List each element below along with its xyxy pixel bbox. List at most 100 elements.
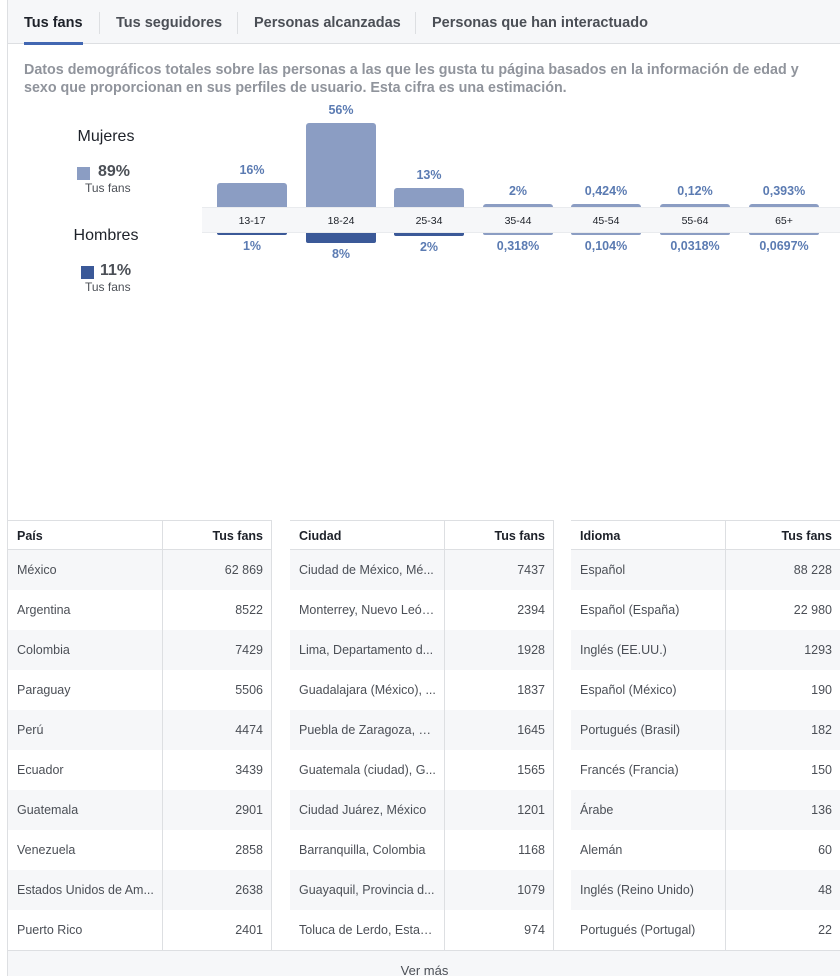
city-name: Ciudad de México, Mé... — [299, 563, 434, 577]
tab-tus-seguidores[interactable]: Tus seguidores — [116, 0, 222, 44]
fans-count: 5506 — [235, 683, 263, 697]
bar-men-18-24[interactable] — [306, 233, 376, 243]
table-row[interactable]: Lima, Departamento d... 1928 — [290, 630, 554, 670]
table-row[interactable]: Ecuador 3439 — [8, 750, 272, 790]
label-men-25-34: 2% — [419, 239, 439, 254]
bar-women-55-64[interactable] — [660, 204, 730, 207]
fans-column-header[interactable]: Tus fans — [213, 521, 263, 551]
country-column-header[interactable]: País — [17, 521, 43, 551]
ver-mas-button[interactable]: Ver más — [8, 950, 840, 976]
table-row[interactable]: Barranquilla, Colombia 1168 — [290, 830, 554, 870]
label-men-18-24: 8% — [331, 247, 351, 261]
language-name: Francés (Francia) — [580, 763, 679, 777]
fans-count: 88 228 — [793, 563, 832, 577]
table-row[interactable]: Guayaquil, Provincia d... 1079 — [290, 870, 554, 910]
bar-women-25-34[interactable] — [394, 187, 464, 207]
table-row[interactable]: Portugués (Brasil) 182 — [571, 710, 840, 750]
tab-tus-fans[interactable]: Tus fans — [24, 0, 83, 45]
city-name: Ciudad Juárez, México — [299, 803, 427, 817]
bar-women-65+[interactable] — [749, 204, 819, 207]
city-name: Barranquilla, Colombia — [299, 843, 426, 857]
age-label-55-64: 55-64 — [681, 215, 709, 227]
table-row[interactable]: Inglés (Reino Unido) 48 — [571, 870, 840, 910]
table-row[interactable]: Portugués (Portugal) 22 — [571, 910, 840, 950]
city-name: Monterrey, Nuevo León... — [299, 603, 437, 617]
table-row[interactable]: Español 88 228 — [571, 550, 840, 590]
table-row[interactable]: Ciudad de México, Mé... 7437 — [290, 550, 554, 590]
fans-column-header[interactable]: Tus fans — [495, 521, 545, 551]
fans-count: 2401 — [235, 923, 263, 937]
fans-count: 1293 — [804, 643, 832, 657]
bar-men-35-44[interactable] — [483, 233, 553, 235]
table-row[interactable]: Monterrey, Nuevo León... 2394 — [290, 590, 554, 630]
table-row[interactable]: Árabe 136 — [571, 790, 840, 830]
country-name: Paraguay — [17, 683, 71, 697]
label-women-45-54: 0,424% — [584, 184, 628, 198]
language-name: Inglés (Reino Unido) — [580, 883, 694, 897]
language-column-header[interactable]: Idioma — [580, 521, 620, 551]
bar-men-45-54[interactable] — [571, 233, 641, 235]
table-header: Idioma Tus fans — [571, 520, 840, 550]
city-column-header[interactable]: Ciudad — [299, 521, 341, 551]
tab-personas-interactuado[interactable]: Personas que han interactuado — [432, 0, 648, 44]
table-row[interactable]: Inglés (EE.UU.) 1293 — [571, 630, 840, 670]
bar-men-13-17[interactable] — [217, 233, 287, 235]
table-row[interactable]: Guatemala (ciudad), G... 1565 — [290, 750, 554, 790]
city-name: Lima, Departamento d... — [299, 643, 434, 657]
fans-count: 60 — [818, 843, 832, 857]
table-header: Ciudad Tus fans — [290, 520, 554, 550]
fans-column-header[interactable]: Tus fans — [782, 521, 832, 551]
age-label-65+: 65+ — [775, 215, 793, 227]
table-row[interactable]: Puerto Rico 2401 — [8, 910, 272, 950]
table-row[interactable]: Guatemala 2901 — [8, 790, 272, 830]
country-name: Perú — [17, 723, 44, 737]
table-row[interactable]: Guadalajara (México), ... 1837 — [290, 670, 554, 710]
fans-count: 1168 — [518, 843, 545, 857]
table-row[interactable]: Toluca de Lerdo, Estad... 974 — [290, 910, 554, 950]
table-row[interactable]: México 62 869 — [8, 550, 272, 590]
table-row[interactable]: Paraguay 5506 — [8, 670, 272, 710]
table-row[interactable]: Ciudad Juárez, México 1201 — [290, 790, 554, 830]
country-name: Puerto Rico — [17, 923, 83, 937]
bar-men-65+[interactable] — [749, 233, 819, 235]
table-row[interactable]: Francés (Francia) 150 — [571, 750, 840, 790]
table-row[interactable]: Español (México) 190 — [571, 670, 840, 710]
country-name: Colombia — [17, 643, 70, 657]
city-name: Puebla de Zaragoza, M... — [299, 723, 437, 737]
age-label-35-44: 35-44 — [504, 215, 532, 227]
table-row[interactable]: Perú 4474 — [8, 710, 272, 750]
city-table: Ciudad Tus fans Ciudad de México, Mé... 743… — [290, 520, 554, 950]
tab-divider — [237, 12, 238, 34]
table-border — [271, 520, 272, 950]
bar-men-25-34[interactable] — [394, 233, 464, 236]
fans-count: 150 — [811, 763, 832, 777]
fans-count: 136 — [811, 803, 832, 817]
table-row[interactable]: Español (España) 22 980 — [571, 590, 840, 630]
fans-count: 1837 — [517, 683, 545, 697]
fans-count: 8522 — [235, 603, 263, 617]
label-women-35-44: 2% — [508, 184, 528, 198]
fans-count: 1645 — [517, 723, 545, 737]
fans-count: 2901 — [235, 803, 263, 817]
fans-count: 2858 — [235, 843, 263, 857]
table-row[interactable]: Venezuela 2858 — [8, 830, 272, 870]
fans-count: 4474 — [235, 723, 263, 737]
table-row[interactable]: Puebla de Zaragoza, M... 1645 — [290, 710, 554, 750]
fans-count: 1928 — [517, 643, 545, 657]
bar-women-18-24[interactable] — [306, 123, 376, 207]
bar-men-55-64[interactable] — [660, 233, 730, 235]
table-row[interactable]: Argentina 8522 — [8, 590, 272, 630]
fans-count: 1565 — [517, 763, 545, 777]
bar-women-35-44[interactable] — [483, 204, 553, 207]
fans-count: 2394 — [517, 603, 545, 617]
bar-women-45-54[interactable] — [571, 204, 641, 207]
bar-women-13-17[interactable] — [217, 183, 287, 207]
table-row[interactable]: Alemán 60 — [571, 830, 840, 870]
fans-count: 22 — [818, 923, 832, 937]
tab-personas-alcanzadas[interactable]: Personas alcanzadas — [254, 0, 401, 44]
table-row[interactable]: Colombia 7429 — [8, 630, 272, 670]
label-women-65+: 0,393% — [762, 184, 806, 198]
language-name: Español — [580, 563, 626, 577]
fans-count: 48 — [818, 883, 832, 897]
table-row[interactable]: Estados Unidos de Am... 2638 — [8, 870, 272, 910]
